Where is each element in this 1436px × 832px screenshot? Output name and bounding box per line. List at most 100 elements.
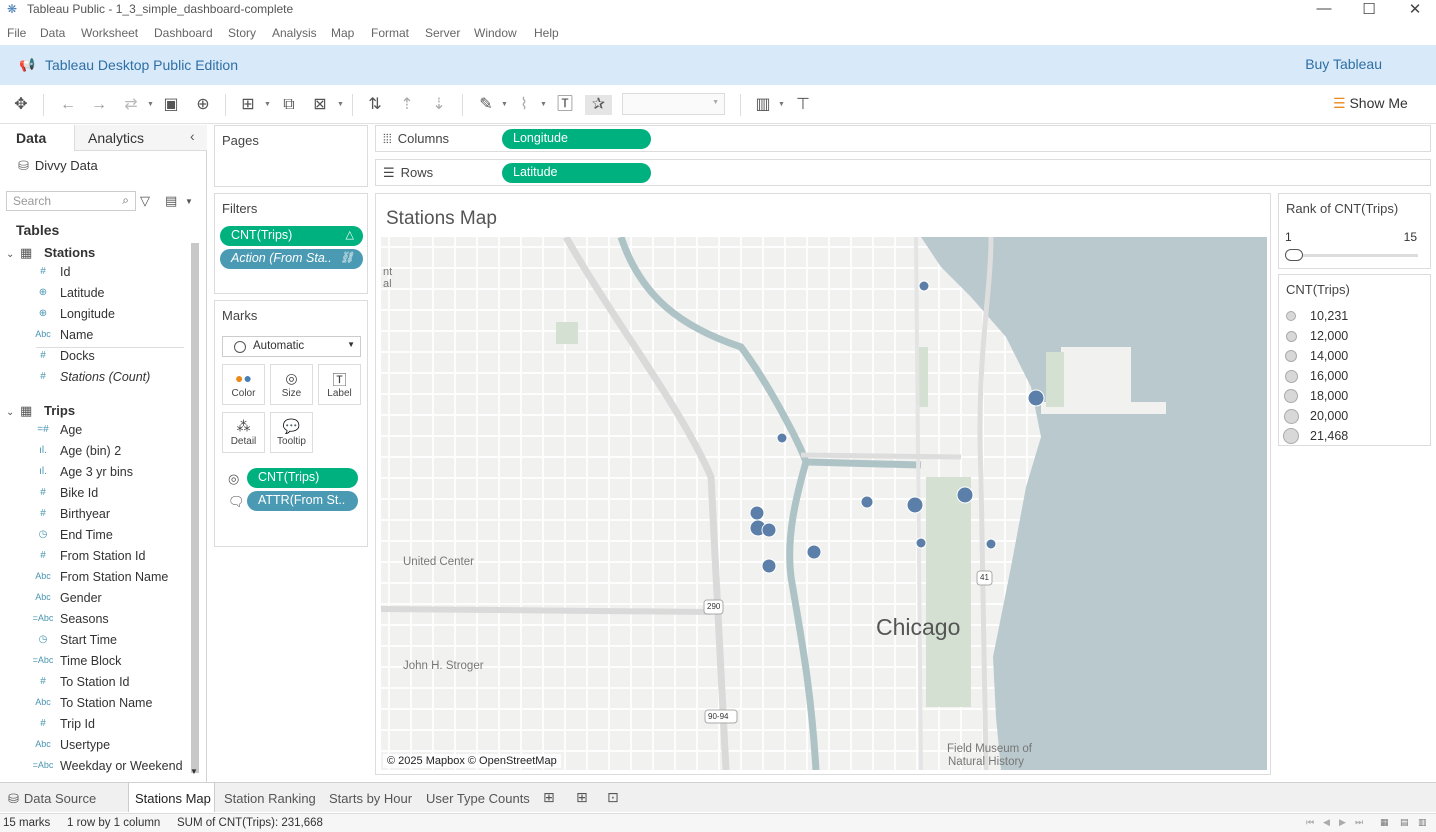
station-mark[interactable] — [749, 505, 765, 521]
map-attribution[interactable]: © 2025 Mapbox © OpenStreetMap — [383, 754, 561, 768]
legend-item[interactable]: 21,468 — [1283, 427, 1425, 445]
maximize-button[interactable]: ☐ — [1357, 0, 1381, 18]
menu-map[interactable]: Map — [331, 26, 354, 40]
dropdown-arrow-icon[interactable]: ▼ — [778, 101, 785, 108]
chevron-down-icon[interactable]: ⌄ — [6, 249, 20, 260]
station-mark[interactable] — [761, 522, 777, 538]
first-sheet-icon[interactable]: ⏮ — [1306, 817, 1314, 828]
tab-data[interactable]: Data — [0, 125, 75, 151]
filmstrip-view-icon[interactable]: ▥ — [1418, 817, 1427, 828]
dropdown-arrow-icon[interactable]: ▼ — [501, 101, 508, 108]
field-item[interactable]: ◷ Start Time — [32, 631, 192, 651]
show-cards-icon[interactable]: ▥ — [752, 95, 774, 115]
new-dashboard-icon[interactable]: ⊞ — [576, 789, 588, 806]
columns-pill-longitude[interactable]: Longitude — [502, 129, 651, 149]
datasource-item[interactable]: ⛁ Divvy Data — [18, 158, 98, 174]
scrollbar[interactable] — [191, 243, 199, 773]
field-item[interactable]: # Bike Id — [32, 484, 192, 504]
field-item[interactable]: Abc Name — [32, 326, 192, 346]
field-item[interactable]: Abc From Station Name — [32, 568, 192, 588]
menu-worksheet[interactable]: Worksheet — [81, 26, 138, 40]
columns-shelf[interactable]: ⦙⦙⦙ Columns Longitude — [375, 125, 1431, 152]
new-worksheet-icon[interactable]: ⊞ — [237, 95, 259, 115]
presentation-mode-icon[interactable]: ⊤ — [792, 95, 814, 115]
field-item[interactable]: ⊕ Latitude — [32, 284, 192, 304]
legend-item[interactable]: 16,000 — [1284, 367, 1425, 385]
station-mark[interactable] — [906, 496, 924, 514]
marks-pill-attr-from-station[interactable]: ATTR(From St.. — [247, 491, 358, 511]
field-item[interactable]: # Stations (Count) — [32, 368, 192, 388]
show-me-button[interactable]: ☰ Show Me — [1333, 95, 1408, 112]
station-mark[interactable] — [985, 538, 997, 550]
field-item[interactable]: # To Station Id — [32, 673, 192, 693]
sort-ascending-icon[interactable]: ⇡ — [396, 95, 418, 115]
station-mark[interactable] — [956, 486, 974, 504]
table-group-stations[interactable]: ⌄ ▦ Stations — [6, 245, 95, 261]
station-mark[interactable] — [918, 280, 930, 292]
new-datasource-icon[interactable]: ⊕ — [192, 95, 214, 115]
legend-item[interactable]: 12,000 — [1285, 327, 1425, 345]
minimize-button[interactable]: — — [1312, 0, 1336, 18]
sheet-tab-stations-map[interactable]: Stations Map — [128, 783, 215, 812]
station-mark[interactable] — [860, 495, 874, 509]
tooltip-button[interactable]: 💬 Tooltip — [270, 412, 313, 453]
size-button[interactable]: ◎ Size — [270, 364, 313, 405]
scroll-down-icon[interactable]: ▼ — [190, 767, 198, 776]
view-options-icon[interactable]: ▤ — [165, 193, 177, 209]
dropdown-arrow-icon[interactable]: ▼ — [264, 101, 271, 108]
field-item[interactable]: Abc Gender — [32, 589, 192, 609]
menu-data[interactable]: Data — [40, 26, 65, 40]
fix-axes-icon[interactable]: ✰ — [585, 95, 612, 115]
grid-view-icon[interactable]: ▦ — [1380, 817, 1389, 828]
mark-type-select[interactable]: Automatic ▼ — [222, 336, 361, 357]
field-item[interactable]: =Abc Time Block — [32, 652, 192, 672]
map-canvas[interactable]: nt al United Center John H. Stroger Fiel… — [381, 237, 1267, 770]
field-item[interactable]: # Trip Id — [32, 715, 192, 735]
station-mark[interactable] — [761, 558, 777, 574]
legend-item[interactable]: 14,000 — [1285, 347, 1425, 365]
menu-server[interactable]: Server — [425, 26, 460, 40]
new-worksheet-icon[interactable]: ⊞ — [543, 789, 555, 806]
menu-story[interactable]: Story — [228, 26, 256, 40]
fit-select[interactable]: ▼ — [622, 93, 725, 115]
field-item[interactable]: =Abc Weekday or Weekend — [32, 757, 192, 777]
field-item[interactable]: # Docks — [32, 347, 192, 367]
field-item[interactable]: # Birthyear — [32, 505, 192, 525]
field-item[interactable]: ⊕ Longitude — [32, 305, 192, 325]
rows-shelf[interactable]: ☰ Rows Latitude — [375, 159, 1431, 186]
clear-sheet-icon[interactable]: ⊠ — [309, 95, 331, 115]
undo-icon[interactable]: ← — [57, 95, 79, 115]
station-mark[interactable] — [806, 544, 822, 560]
sheet-tab-user-type-counts[interactable]: User Type Counts — [426, 783, 530, 812]
next-sheet-icon[interactable]: ▶ — [1339, 817, 1346, 828]
sheet-tab-starts-by-hour[interactable]: Starts by Hour — [329, 783, 412, 812]
menu-help[interactable]: Help — [534, 26, 559, 40]
legend-item[interactable]: 18,000 — [1284, 387, 1425, 405]
close-button[interactable]: ✕ — [1403, 0, 1427, 18]
dropdown-arrow-icon[interactable]: ▼ — [540, 101, 547, 108]
menu-analysis[interactable]: Analysis — [272, 26, 317, 40]
color-button[interactable]: ●● Color — [222, 364, 265, 405]
filter-pill-cnt-trips[interactable]: CNT(Trips) △ — [220, 226, 363, 246]
field-item[interactable]: # From Station Id — [32, 547, 192, 567]
collapse-pane-icon[interactable]: ‹ — [190, 128, 195, 144]
detail-button[interactable]: ⁂ Detail — [222, 412, 265, 453]
station-mark[interactable] — [915, 537, 927, 549]
redo-icon[interactable]: → — [88, 95, 110, 115]
menu-window[interactable]: Window — [474, 26, 517, 40]
menu-dashboard[interactable]: Dashboard — [154, 26, 213, 40]
swap-icon[interactable]: ⇄ — [120, 95, 142, 115]
search-input[interactable]: Search ⌕ — [6, 191, 136, 211]
show-labels-icon[interactable]: 🅃 — [554, 95, 576, 115]
station-mark[interactable] — [776, 432, 788, 444]
filter-icon[interactable]: ▽ — [140, 193, 150, 209]
dropdown-arrow-icon[interactable]: ▼ — [185, 197, 193, 206]
pages-card[interactable]: Pages — [214, 125, 368, 187]
menu-format[interactable]: Format — [371, 26, 409, 40]
prev-sheet-icon[interactable]: ◀ — [1323, 817, 1330, 828]
tableau-home-icon[interactable]: ✥ — [10, 95, 32, 115]
range-slider-track[interactable] — [1285, 254, 1418, 257]
swap-rows-columns-icon[interactable]: ⇅ — [364, 95, 386, 115]
chevron-down-icon[interactable]: ⌄ — [6, 407, 20, 418]
new-story-icon[interactable]: ⊡ — [607, 789, 619, 806]
